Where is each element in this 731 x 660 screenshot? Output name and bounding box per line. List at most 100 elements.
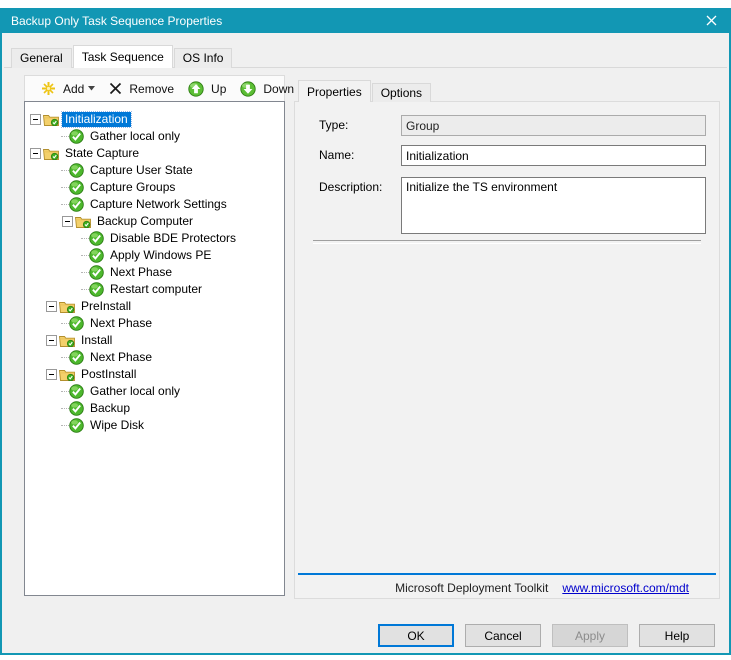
tree-connector-line: [61, 357, 69, 359]
subtab-properties[interactable]: Properties: [298, 80, 371, 102]
add-dropdown-caret-icon[interactable]: [88, 86, 95, 91]
titlebar[interactable]: Backup Only Task Sequence Properties: [2, 8, 729, 33]
tree-step-apply-windows-pe[interactable]: Apply Windows PE: [25, 247, 284, 264]
main-tab-strip: GeneralTask SequenceOS Info: [11, 45, 233, 68]
tree-connector-line: [61, 204, 69, 206]
cancel-button[interactable]: Cancel: [465, 624, 541, 647]
collapse-expander-icon[interactable]: [30, 114, 41, 125]
remove-button-label: Remove: [129, 82, 174, 96]
section-separator: [313, 240, 701, 244]
dialog-button-row: OKCancelApplyHelp: [378, 624, 715, 647]
tree-connector-line: [61, 323, 69, 325]
add-starburst-icon: [41, 81, 56, 96]
group-folder-check-icon: [43, 113, 59, 126]
group-folder-check-icon: [59, 300, 75, 313]
description-label: Description:: [319, 180, 382, 194]
arrow-up-circle-icon: [188, 81, 204, 97]
step-check-icon: [69, 350, 84, 365]
step-check-icon: [69, 129, 84, 144]
tree-toolbar: Add Remove Up: [24, 75, 285, 102]
tree-step-disable-bde-protectors[interactable]: Disable BDE Protectors: [25, 230, 284, 247]
tree-step-restart-computer[interactable]: Restart computer: [25, 281, 284, 298]
tree-connector-line: [81, 238, 89, 240]
group-folder-check-icon: [59, 368, 75, 381]
mdt-brand-text: Microsoft Deployment Toolkit: [395, 581, 548, 595]
tree-item-label: Backup: [87, 401, 133, 416]
collapse-expander-icon[interactable]: [62, 216, 73, 227]
move-down-button[interactable]: Down: [235, 78, 299, 100]
group-folder-check-icon: [43, 147, 59, 160]
tree-item-label: Apply Windows PE: [107, 248, 214, 263]
tree-group-state-capture[interactable]: State Capture: [25, 145, 284, 162]
tree-item-label: Restart computer: [107, 282, 205, 297]
remove-button[interactable]: Remove: [104, 79, 179, 99]
tree-item-label: Capture Groups: [87, 180, 178, 195]
tree-connector-line: [61, 425, 69, 427]
subtab-options[interactable]: Options: [372, 83, 431, 102]
step-check-icon: [69, 163, 84, 178]
tree-connector-line: [81, 255, 89, 257]
tree-item-label: Next Phase: [87, 316, 155, 331]
tree-connector-line: [61, 187, 69, 189]
tree-step-gather-local-only[interactable]: Gather local only: [25, 383, 284, 400]
step-check-icon: [89, 248, 104, 263]
tree-group-initialization[interactable]: Initialization: [25, 111, 284, 128]
mdt-footer: Microsoft Deployment Toolkit www.microso…: [295, 578, 719, 598]
step-check-icon: [69, 401, 84, 416]
tree-item-label: Gather local only: [87, 129, 183, 144]
tree-connector-line: [81, 272, 89, 274]
properties-pane: Type: Name: Description: Initialize the …: [294, 101, 720, 599]
tree-connector-line: [81, 289, 89, 291]
tree-step-capture-user-state[interactable]: Capture User State: [25, 162, 284, 179]
tree-item-label: Next Phase: [107, 265, 175, 280]
tree-group-backup-computer[interactable]: Backup Computer: [25, 213, 284, 230]
mdt-website-link[interactable]: www.microsoft.com/mdt: [562, 581, 689, 595]
tree-step-capture-groups[interactable]: Capture Groups: [25, 179, 284, 196]
tree-step-next-phase[interactable]: Next Phase: [25, 264, 284, 281]
add-button-label: Add: [63, 82, 84, 96]
tree-step-capture-network-settings[interactable]: Capture Network Settings: [25, 196, 284, 213]
tree-item-label: Next Phase: [87, 350, 155, 365]
ok-button[interactable]: OK: [378, 624, 454, 647]
tree-item-label: PostInstall: [78, 367, 139, 382]
tree-step-gather-local-only[interactable]: Gather local only: [25, 128, 284, 145]
tree-step-backup[interactable]: Backup: [25, 400, 284, 417]
collapse-expander-icon[interactable]: [46, 301, 57, 312]
group-folder-check-icon: [59, 334, 75, 347]
tree-step-wipe-disk[interactable]: Wipe Disk: [25, 417, 284, 434]
tab-task-sequence[interactable]: Task Sequence: [73, 45, 173, 68]
up-button-label: Up: [211, 82, 226, 96]
tree-group-install[interactable]: Install: [25, 332, 284, 349]
tree-item-label: Disable BDE Protectors: [107, 231, 239, 246]
arrow-down-circle-icon: [240, 81, 256, 97]
step-check-icon: [69, 316, 84, 331]
close-icon[interactable]: [693, 8, 729, 33]
tree-item-label: Backup Computer: [94, 214, 196, 229]
tree-group-preinstall[interactable]: PreInstall: [25, 298, 284, 315]
help-button[interactable]: Help: [639, 624, 715, 647]
tab-os-info[interactable]: OS Info: [174, 48, 233, 68]
remove-x-icon: [109, 82, 122, 95]
tree-item-label: Capture Network Settings: [87, 197, 230, 212]
add-button[interactable]: Add: [36, 78, 100, 99]
description-field[interactable]: Initialize the TS environment: [401, 177, 706, 234]
step-check-icon: [69, 418, 84, 433]
group-folder-check-icon: [75, 215, 91, 228]
collapse-expander-icon[interactable]: [46, 369, 57, 380]
tree-step-next-phase[interactable]: Next Phase: [25, 349, 284, 366]
tree-connector-line: [61, 408, 69, 410]
task-sequence-properties-dialog: Backup Only Task Sequence Properties Gen…: [0, 8, 731, 655]
move-up-button[interactable]: Up: [183, 78, 231, 100]
tree-item-label: Gather local only: [87, 384, 183, 399]
tab-general[interactable]: General: [11, 48, 72, 68]
tree-connector-line: [61, 391, 69, 393]
tree-group-postinstall[interactable]: PostInstall: [25, 366, 284, 383]
tree-step-next-phase[interactable]: Next Phase: [25, 315, 284, 332]
down-button-label: Down: [263, 82, 294, 96]
name-field[interactable]: [401, 145, 706, 166]
step-check-icon: [69, 197, 84, 212]
collapse-expander-icon[interactable]: [46, 335, 57, 346]
collapse-expander-icon[interactable]: [30, 148, 41, 159]
step-check-icon: [89, 265, 104, 280]
properties-tab-strip: PropertiesOptions: [298, 80, 432, 102]
